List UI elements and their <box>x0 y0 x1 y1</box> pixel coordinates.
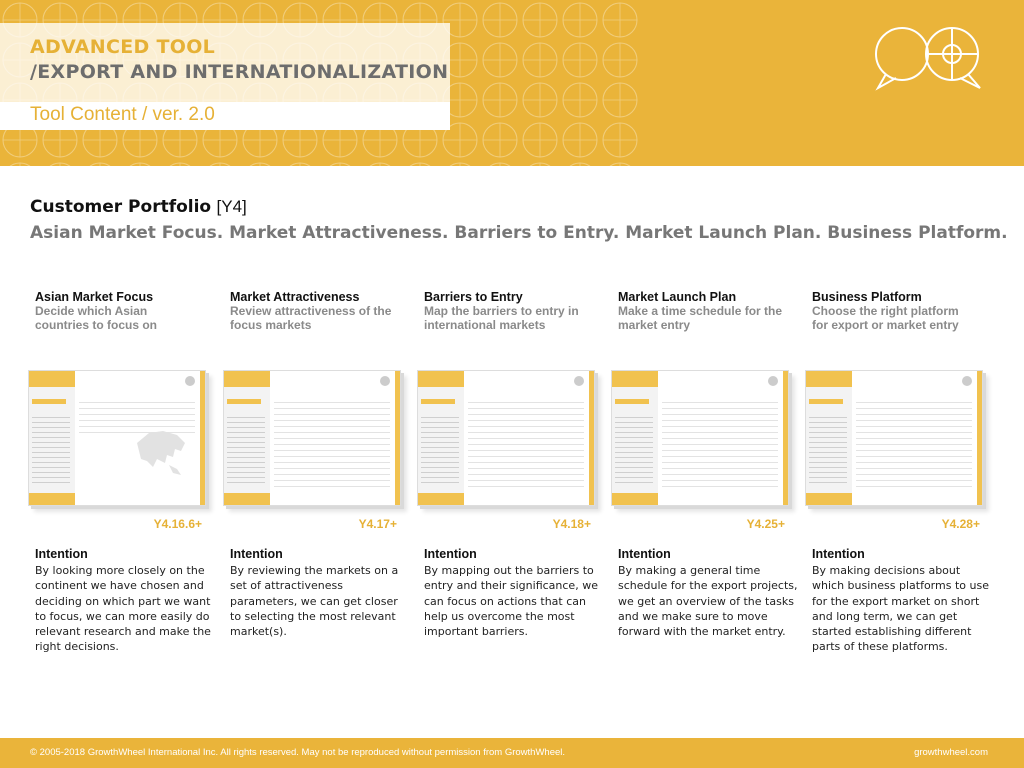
tool-description: Review attractiveness of the focus marke… <box>230 304 392 332</box>
intention-text: By reviewing the markets on a set of att… <box>230 564 399 639</box>
decision-sheet-thumbnail[interactable] <box>805 370 983 506</box>
intention-text: By making a general time schedule for th… <box>618 564 798 639</box>
section-subtitle: Asian Market Focus. Market Attractivenes… <box>30 223 1008 243</box>
intention-label: Intention <box>230 547 283 561</box>
tool-card-asian-market-focus: Asian Market Focus Decide which Asian co… <box>30 290 210 332</box>
decision-sheet-thumbnail[interactable] <box>611 370 789 506</box>
tool-description: Map the barriers to entry in internation… <box>424 304 579 332</box>
header-banner <box>0 0 1024 166</box>
tool-name: Asian Market Focus <box>35 290 154 304</box>
intention-label: Intention <box>35 547 88 561</box>
intention-block: Intention By reviewing the markets on a … <box>230 547 410 639</box>
tool-code: Y4.25+ <box>746 517 785 531</box>
intention-block: Intention By making decisions about whic… <box>812 547 992 655</box>
copyright-text: © 2005-2018 GrowthWheel International In… <box>30 747 566 758</box>
tool-code: Y4.16.6+ <box>153 517 202 531</box>
intention-block: Intention By making a general time sched… <box>618 547 798 639</box>
intention-label: Intention <box>424 547 477 561</box>
intention-text: By mapping out the barriers to entry and… <box>424 564 598 639</box>
section-title: Customer Portfolio [Y4] <box>30 197 247 217</box>
section-code: [Y4] <box>216 197 247 216</box>
intention-text: By looking more closely on the continent… <box>35 564 211 654</box>
tool-code: Y4.17+ <box>358 517 397 531</box>
version-label: Tool Content / ver. 2.0 <box>30 104 215 125</box>
tool-description: Decide which Asian countries to focus on <box>35 304 158 332</box>
tool-name: Market Launch Plan <box>618 290 737 304</box>
section-title-text: Customer Portfolio <box>30 197 212 217</box>
tool-name: Market Attractiveness <box>230 290 360 304</box>
intention-text: By making decisions about which business… <box>812 564 989 654</box>
tool-description: Choose the right platform for export or … <box>812 304 959 332</box>
website-link[interactable]: growthwheel.com <box>914 747 988 758</box>
decision-sheet-thumbnail[interactable] <box>223 370 401 506</box>
intention-label: Intention <box>618 547 671 561</box>
tool-title: ADVANCED TOOL <box>30 36 216 58</box>
intention-label: Intention <box>812 547 865 561</box>
tool-card-market-launch-plan: Market Launch Plan Make a time schedule … <box>613 290 793 332</box>
decision-sheet-thumbnail[interactable] <box>28 370 206 506</box>
intention-block: Intention By looking more closely on the… <box>35 547 215 655</box>
decision-sheet-thumbnail[interactable] <box>417 370 595 506</box>
tool-subtitle: /EXPORT AND INTERNATIONALIZATION <box>30 61 449 83</box>
tool-code: Y4.18+ <box>552 517 591 531</box>
asia-map-icon <box>137 431 185 475</box>
tool-name: Barriers to Entry <box>424 290 523 304</box>
speech-bubbles-logo-icon <box>875 27 981 91</box>
intention-block: Intention By mapping out the barriers to… <box>424 547 604 639</box>
tool-card-market-attractiveness: Market Attractiveness Review attractiven… <box>225 290 405 332</box>
tool-description: Make a time schedule for the market entr… <box>618 304 783 332</box>
tool-name: Business Platform <box>812 290 922 304</box>
tool-card-barriers-to-entry: Barriers to Entry Map the barriers to en… <box>419 290 599 332</box>
tool-code: Y4.28+ <box>941 517 980 531</box>
tool-card-business-platform: Business Platform Choose the right platf… <box>807 290 987 332</box>
